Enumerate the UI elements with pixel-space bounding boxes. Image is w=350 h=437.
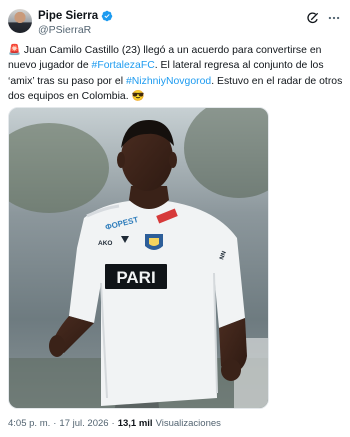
hashtag-nizhniynovgorod[interactable]: #NizhniyNovgorod — [126, 76, 211, 87]
jersey-brand-text: AKO — [98, 240, 112, 247]
author-name[interactable]: Pipe Sierra — [38, 10, 98, 22]
views-count: 13,1 mil — [117, 418, 153, 429]
tweet-meta: 4:05 p. m. · 17 jul. 2026 · 13,1 mil Vis… — [8, 418, 221, 429]
author-name-row: Pipe Sierra — [38, 10, 113, 22]
verified-badge-icon — [101, 10, 113, 22]
jersey-sponsor-text: PARI — [116, 268, 155, 287]
avatar[interactable] — [8, 9, 32, 33]
more-options-icon[interactable] — [326, 11, 342, 25]
tweet-text: 🚨 Juan Camilo Castillo (23) llegó a un a… — [8, 43, 344, 105]
tweet-time[interactable]: 4:05 p. m. — [8, 418, 50, 429]
grok-icon[interactable] — [306, 11, 320, 25]
tweet-date[interactable]: 17 jul. 2026 — [59, 418, 108, 429]
views-label: Visualizaciones — [155, 418, 221, 429]
cool-emoji: 😎 — [131, 91, 145, 103]
meta-separator: · — [53, 418, 57, 429]
tweet-header: Pipe Sierra @PSierraR — [8, 7, 342, 39]
siren-emoji: 🚨 — [8, 45, 21, 56]
meta-separator: · — [111, 418, 115, 429]
author-handle[interactable]: @PSierraR — [38, 24, 91, 36]
tweet-photo[interactable]: ΦΟΡΕSΤ AKO PARI NN — [8, 107, 269, 409]
hashtag-fortalezafc[interactable]: #FortalezaFC — [92, 60, 155, 71]
player-photo-illustration: ΦΟΡΕSΤ AKO PARI NN — [9, 108, 268, 408]
